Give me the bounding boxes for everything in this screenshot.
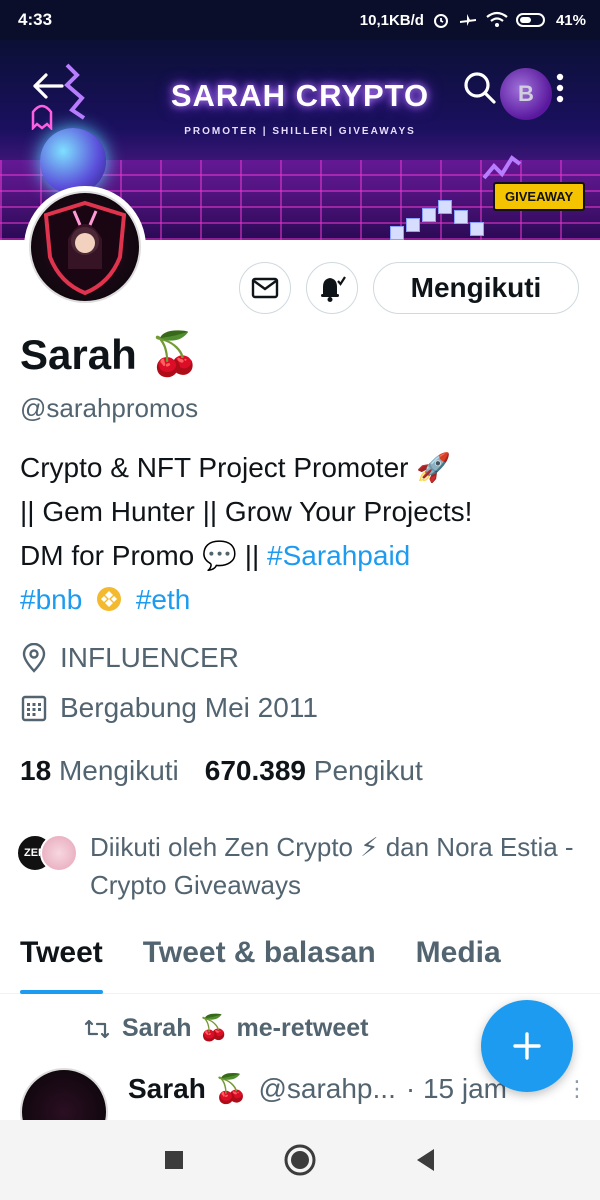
airplane-icon bbox=[458, 11, 478, 29]
profile-handle: @sarahpromos bbox=[20, 393, 199, 423]
bio-text: DM for Promo bbox=[20, 540, 195, 571]
followers-count: 670.389 bbox=[204, 755, 306, 786]
giveaway-badge: GIVEAWAY bbox=[493, 182, 586, 211]
search-button[interactable] bbox=[458, 66, 502, 110]
tweet-author-name[interactable]: Sarah 🍒 bbox=[128, 1072, 248, 1105]
following-count: 18 bbox=[20, 755, 52, 786]
compose-tweet-button[interactable] bbox=[481, 1000, 573, 1092]
bio-line-2: || Gem Hunter || Grow Your Projects! bbox=[20, 496, 473, 527]
profile-name: Sarah bbox=[20, 330, 137, 378]
search-icon bbox=[464, 72, 496, 104]
follow-counts: 18 Mengikuti 670.389 Pengikut bbox=[20, 755, 423, 787]
bio-line-3: DM for Promo 💬 || #Sarahpaid bbox=[20, 534, 580, 578]
profile-joined-date: Bergabung Mei 2011 bbox=[20, 692, 318, 724]
more-vertical-icon bbox=[556, 73, 564, 103]
followed-by-avatars: ZEN bbox=[16, 834, 78, 878]
more-options-button[interactable] bbox=[538, 66, 582, 110]
plus-icon bbox=[513, 1032, 541, 1060]
bio-separator: || bbox=[244, 540, 260, 571]
calendar-icon bbox=[21, 695, 47, 722]
shield-avatar-icon bbox=[43, 200, 127, 295]
wifi-icon bbox=[486, 11, 508, 29]
avatar-image bbox=[29, 191, 141, 303]
banner-cubes-decoration bbox=[390, 200, 490, 240]
avatar bbox=[40, 834, 78, 872]
location-text: INFLUENCER bbox=[60, 642, 239, 673]
back-nav-button[interactable] bbox=[406, 1140, 446, 1180]
speech-bubble-emoji: 💬 bbox=[202, 540, 237, 571]
home-circle-icon bbox=[284, 1144, 316, 1176]
bio-line-1: Crypto & NFT Project Promoter 🚀 bbox=[20, 446, 580, 490]
tweet-header: Sarah 🍒 @sarahp... · 15 jam bbox=[128, 1072, 507, 1105]
square-icon bbox=[165, 1151, 183, 1169]
bio-line-4: #bnb #eth bbox=[20, 578, 580, 622]
retweet-text: Sarah 🍒 me-retweet bbox=[122, 1014, 369, 1042]
arrow-left-icon bbox=[33, 73, 64, 99]
followers-count-link[interactable]: 670.389 Pengikut bbox=[205, 755, 423, 787]
avatar[interactable] bbox=[20, 1068, 108, 1120]
profile-name-row: Sarah 🍒 bbox=[20, 330, 201, 379]
retweet-indicator: Sarah 🍒 me-retweet bbox=[84, 1014, 369, 1043]
profile-location: INFLUENCER bbox=[20, 642, 239, 674]
hashtag-link[interactable]: #eth bbox=[136, 584, 191, 615]
banner-subtitle: PROMOTER | SHILLER| GIVEAWAYS bbox=[184, 126, 416, 137]
hashtag-link[interactable]: #bnb bbox=[20, 584, 82, 615]
back-button[interactable] bbox=[26, 64, 70, 108]
profile-tabs: Tweet Tweet & balasan Media bbox=[0, 930, 600, 994]
cherry-emoji: 🍒 bbox=[148, 330, 202, 377]
status-time: 4:33 bbox=[18, 10, 53, 29]
system-nav-bar bbox=[0, 1120, 600, 1200]
network-speed: 10,1KB/d bbox=[359, 11, 424, 29]
bnb-coin-icon bbox=[97, 587, 122, 611]
followers-label: Pengikut bbox=[313, 755, 423, 786]
retweet-icon bbox=[84, 1019, 110, 1038]
mail-icon bbox=[251, 277, 279, 299]
hashtag-link[interactable]: #Sarahpaid bbox=[267, 540, 410, 571]
rocket-emoji: 🚀 bbox=[416, 452, 452, 483]
tweet-timestamp: · 15 jam bbox=[405, 1072, 507, 1104]
home-button[interactable] bbox=[280, 1140, 320, 1180]
triangle-back-icon bbox=[417, 1149, 434, 1171]
battery-percent: 41% bbox=[555, 11, 586, 29]
status-bar: 4:33 10,1KB/d 41% bbox=[0, 0, 600, 40]
following-label: Mengikuti bbox=[58, 755, 179, 786]
followed-by-section[interactable]: ZEN Diikuti oleh Zen Crypto ⚡ dan Nora E… bbox=[16, 828, 586, 904]
following-count-link[interactable]: 18 Mengikuti bbox=[20, 755, 179, 787]
joined-text: Bergabung Mei 2011 bbox=[60, 692, 318, 723]
tab-tweet[interactable]: Tweet bbox=[0, 930, 123, 994]
profile-avatar[interactable] bbox=[24, 186, 146, 308]
banner-title: SARAH CRYPTO bbox=[170, 78, 430, 113]
profile-bio: Crypto & NFT Project Promoter 🚀 || Gem H… bbox=[20, 446, 580, 622]
alarm-icon bbox=[432, 11, 450, 29]
followed-by-text: Diikuti oleh Zen Crypto ⚡ dan Nora Estia… bbox=[90, 832, 574, 900]
location-pin-icon bbox=[22, 643, 46, 673]
notifications-button[interactable] bbox=[306, 262, 358, 314]
recent-apps-button[interactable] bbox=[154, 1140, 194, 1180]
tweet-author-handle: @sarahp... bbox=[258, 1072, 396, 1104]
bio-text: Crypto & NFT Project Promoter bbox=[20, 452, 409, 483]
following-button[interactable]: Mengikuti bbox=[373, 262, 579, 314]
message-button[interactable] bbox=[239, 262, 291, 314]
tab-media[interactable]: Media bbox=[396, 930, 521, 993]
squiggle-decoration-right bbox=[482, 155, 522, 180]
battery-icon bbox=[515, 11, 548, 29]
tab-tweets-replies[interactable]: Tweet & balasan bbox=[123, 930, 396, 993]
bell-icon bbox=[321, 276, 346, 302]
status-indicators: 10,1KB/d 41% bbox=[360, 11, 586, 29]
banner-orb-decoration bbox=[40, 128, 106, 194]
more-vertical-icon[interactable]: ⋮ bbox=[566, 1076, 580, 1102]
